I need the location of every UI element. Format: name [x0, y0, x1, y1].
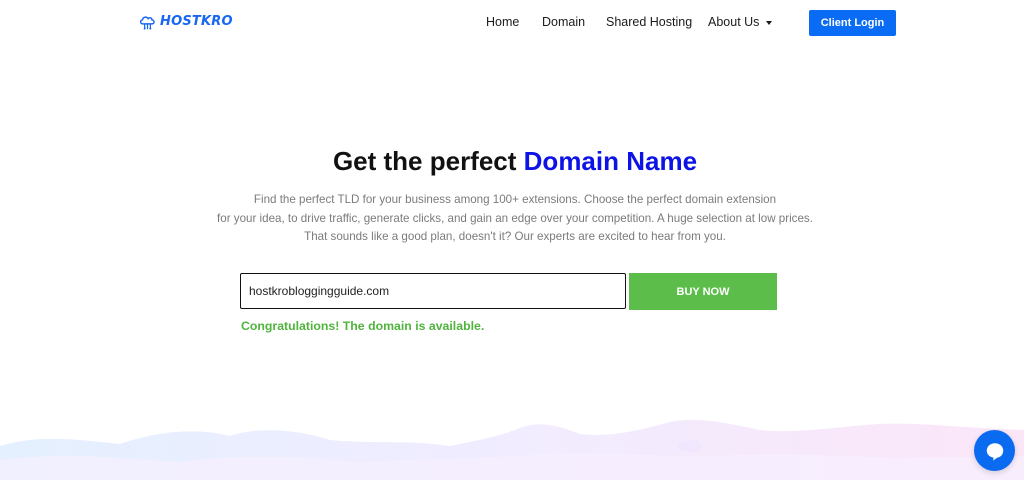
nav-domain[interactable]: Domain [542, 15, 585, 29]
hero-description: Find the perfect TLD for your business a… [200, 191, 830, 247]
chat-button[interactable] [974, 430, 1015, 471]
caret-down-icon [766, 20, 773, 25]
client-login-button[interactable]: Client Login [809, 10, 896, 36]
title-highlight: Domain Name [523, 146, 698, 176]
domain-search-input[interactable] [240, 273, 626, 309]
decorative-waves [0, 419, 1024, 480]
availability-status: Congratulations! The domain is available… [241, 319, 485, 333]
buy-now-button[interactable]: BUY NOW [629, 273, 777, 310]
chat-bubble-icon [986, 442, 1003, 461]
site-header: HOSTKRO Home Domain Shared Hosting About… [0, 0, 1024, 46]
page-title: Get the perfect Domain Name [0, 146, 1024, 177]
title-prefix: Get the perfect [332, 146, 524, 176]
nav-home[interactable]: Home [486, 15, 519, 29]
nav-about-us-label: About Us [708, 15, 760, 29]
nav-about-us[interactable]: About Us [708, 15, 773, 29]
description-line: Find the perfect TLD for your business a… [253, 193, 777, 206]
description-line: for your idea, to drive traffic, generat… [217, 211, 813, 225]
description-line: That sounds like a good plan, doesn't it… [304, 230, 726, 244]
nav-shared-hosting[interactable]: Shared Hosting [606, 15, 692, 29]
